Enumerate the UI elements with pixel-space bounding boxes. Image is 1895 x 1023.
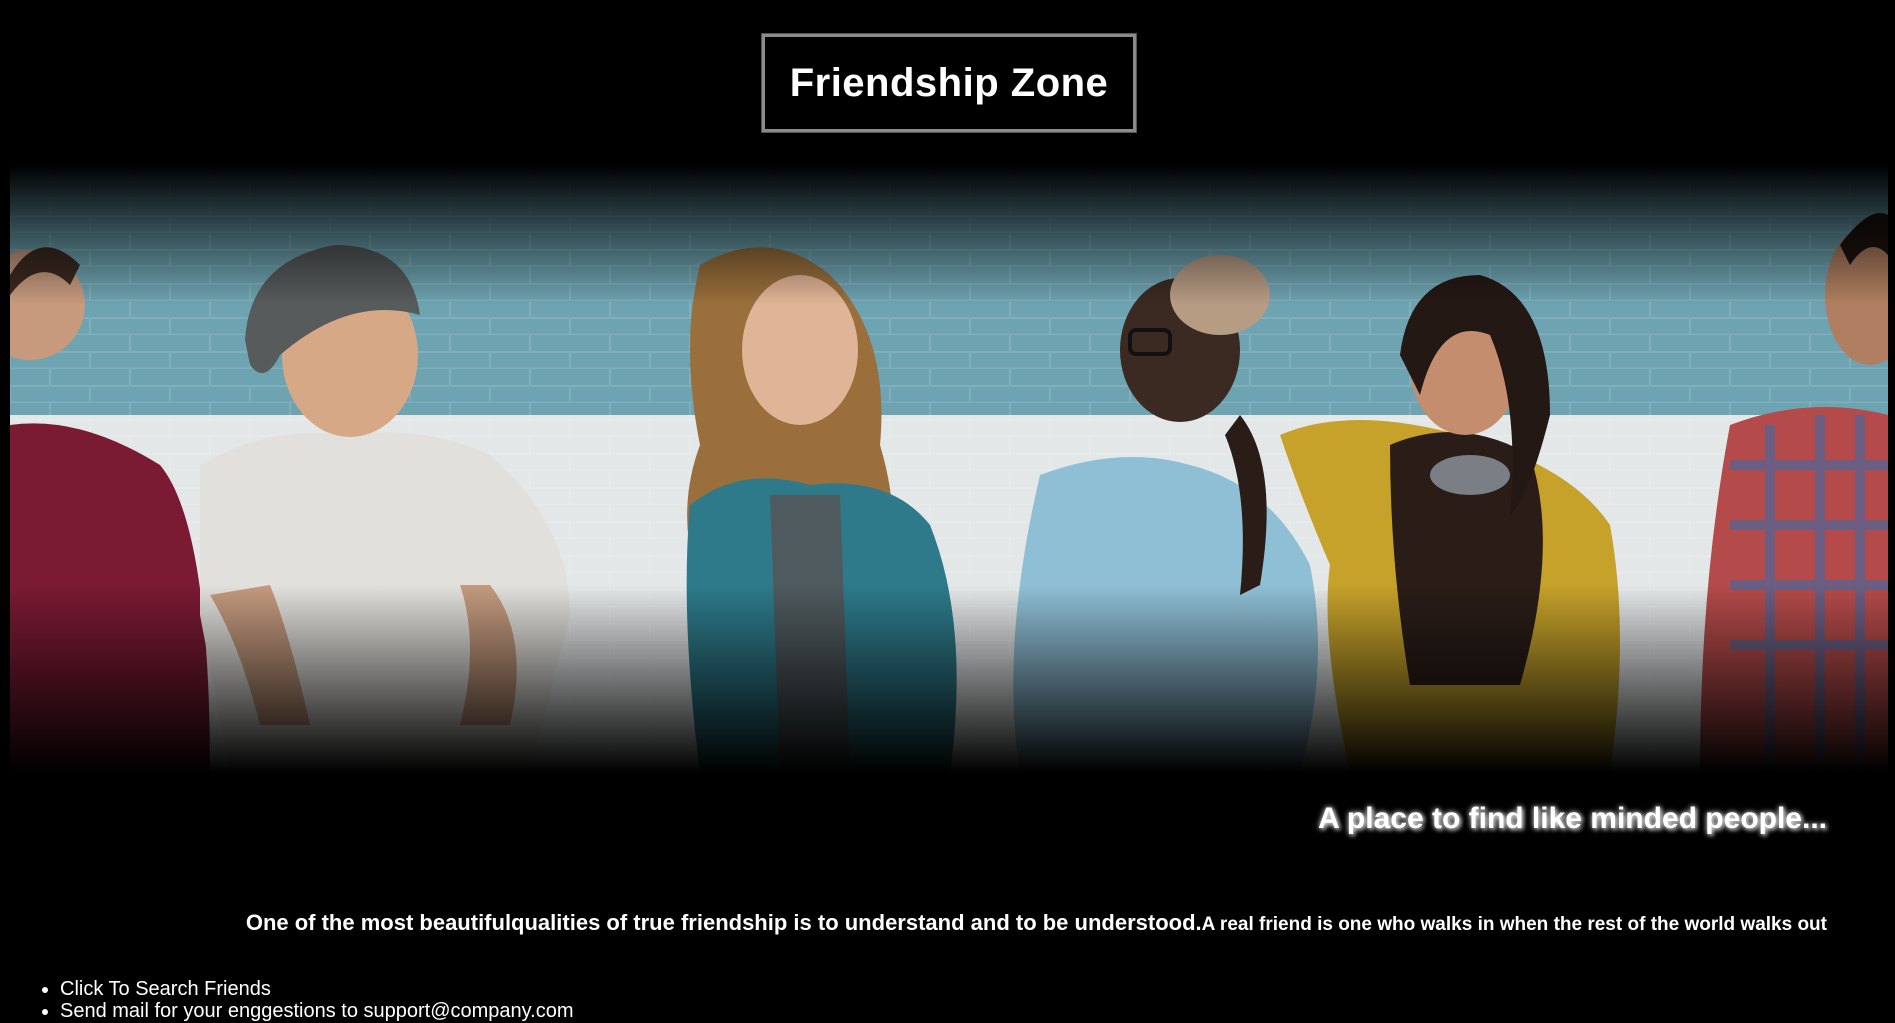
quote-main: One of the most beautifulqualities of tr… — [245, 910, 1202, 935]
hero-image — [10, 165, 1888, 773]
mail-suggestions-link[interactable]: Send mail for your enggestions to suppor… — [60, 1000, 574, 1022]
tagline: A place to find like minded people... — [1318, 802, 1827, 835]
friendship-quote: One of the most beautifulqualities of tr… — [246, 910, 1827, 936]
search-friends-link[interactable]: Click To Search Friends — [60, 978, 271, 1000]
page: Friendship Zone A place to find like min… — [0, 0, 1895, 1023]
list-item: Send mail for your enggestions to suppor… — [60, 1000, 574, 1022]
footer-links: Click To Search Friends Send mail for yo… — [40, 978, 574, 1022]
list-item: Click To Search Friends — [60, 978, 574, 1000]
site-title: Friendship Zone — [761, 33, 1137, 133]
quote-sub: A real friend is one who walks in when t… — [1201, 914, 1827, 935]
friends-group-illustration — [10, 165, 1888, 773]
